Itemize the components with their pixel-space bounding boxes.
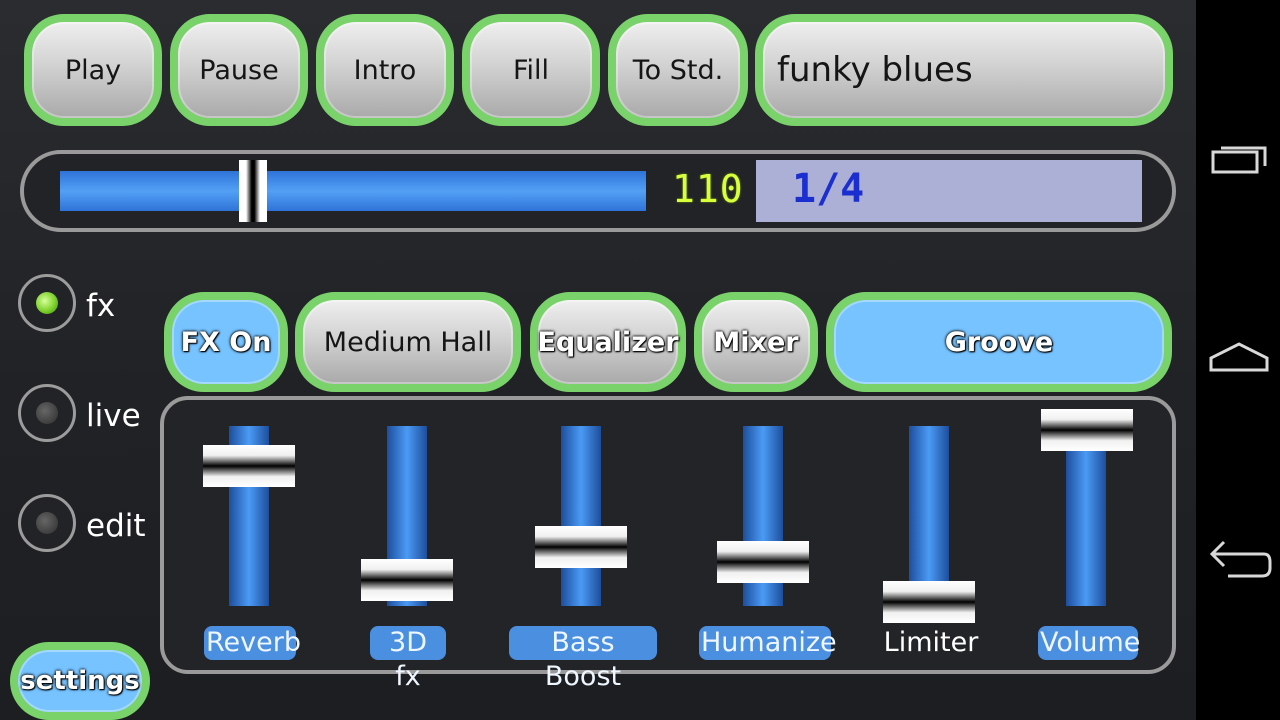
recent-apps-icon[interactable] (1208, 140, 1270, 180)
groove-button[interactable]: Groove (826, 292, 1172, 392)
limiter-fader-track[interactable] (909, 426, 949, 606)
time-signature-display: 1/4 (756, 160, 1142, 222)
live-mode-label: live (86, 398, 141, 434)
volume-label[interactable]: Volume (1038, 626, 1140, 660)
play-button[interactable]: Play (24, 14, 162, 126)
fx-mode-label: fx (86, 288, 116, 324)
fader-panel (160, 396, 1176, 674)
mixer-button[interactable]: Mixer (694, 292, 818, 392)
reverb-type-button[interactable]: Medium Hall (295, 292, 521, 392)
radio-indicator-icon (36, 292, 58, 314)
reverb-label[interactable]: Reverb (204, 626, 301, 660)
home-icon[interactable] (1208, 338, 1270, 378)
bass-boost-fader-knob[interactable] (535, 525, 627, 568)
3d-fx-fader-knob[interactable] (361, 558, 453, 601)
bpm-display: 110 (672, 167, 744, 211)
fill-button[interactable]: Fill (462, 14, 600, 126)
system-navigation-bar (1196, 0, 1280, 720)
bass-boost-label[interactable]: Bass Boost (509, 626, 657, 692)
edit-mode-radio[interactable] (18, 494, 76, 552)
tempo-slider-thumb[interactable] (238, 160, 267, 222)
back-icon[interactable] (1206, 536, 1272, 582)
groove-app: Play Pause Intro Fill To Std. funky blue… (0, 0, 1196, 720)
intro-button[interactable]: Intro (316, 14, 454, 126)
song-name-button[interactable]: funky blues (755, 14, 1173, 126)
live-mode-radio[interactable] (18, 384, 76, 442)
volume-fader-track[interactable] (1066, 426, 1106, 606)
humanize-label[interactable]: Humanize (699, 626, 837, 660)
3d-fx-label[interactable]: 3D fx (370, 626, 446, 692)
fx-mode-radio[interactable] (18, 274, 76, 332)
radio-indicator-icon (36, 402, 58, 424)
volume-fader-knob[interactable] (1041, 409, 1133, 451)
equalizer-button[interactable]: Equalizer (530, 292, 686, 392)
to-std-button[interactable]: To Std. (608, 14, 748, 126)
fx-on-button[interactable]: FX On (164, 292, 288, 392)
reverb-fader-knob[interactable] (203, 445, 295, 488)
bass-boost-fader-track[interactable] (561, 426, 601, 606)
humanize-fader-knob[interactable] (717, 541, 809, 584)
pause-button[interactable]: Pause (170, 14, 308, 126)
limiter-fader-knob[interactable] (883, 581, 975, 623)
limiter-label[interactable]: Limiter (880, 626, 982, 660)
tempo-slider-track[interactable] (60, 171, 646, 211)
radio-indicator-icon (36, 512, 58, 534)
edit-mode-label: edit (86, 508, 146, 544)
settings-button[interactable]: settings (10, 642, 150, 720)
